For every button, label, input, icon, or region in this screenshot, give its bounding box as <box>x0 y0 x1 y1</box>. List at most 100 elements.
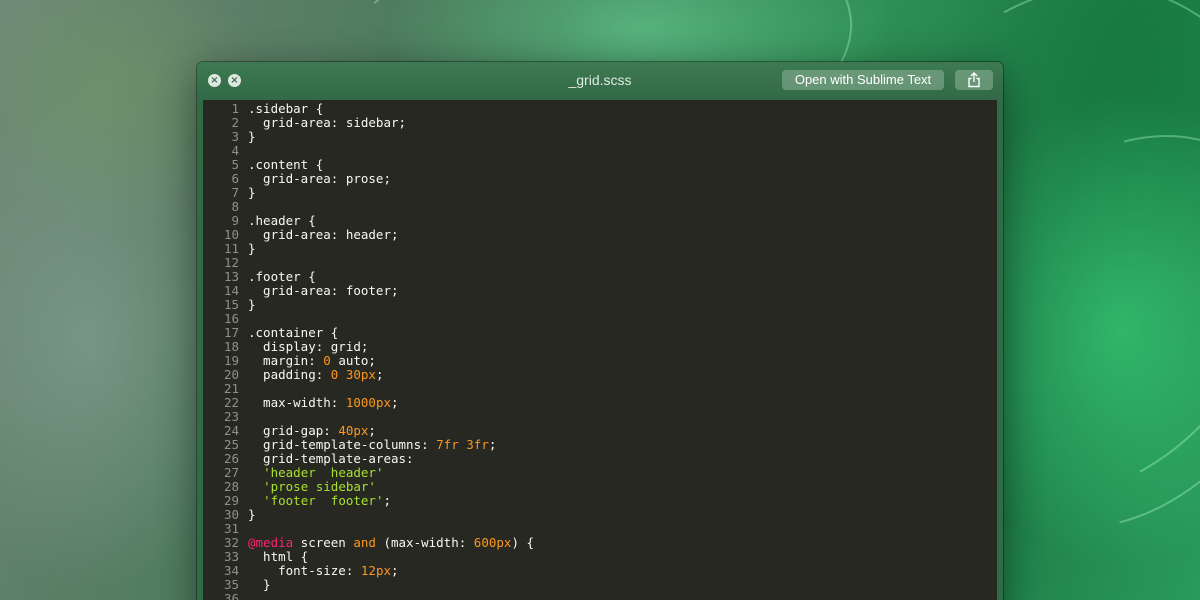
line-number: 12 <box>223 255 239 270</box>
line-source: .container { <box>248 326 338 340</box>
line-number: 20 <box>223 367 239 382</box>
code-token: @media <box>248 535 294 550</box>
code-line: 22 max-width: 1000px; <box>203 396 997 410</box>
code-token: .footer { <box>248 269 316 284</box>
code-token: } <box>248 577 271 592</box>
code-token: 0 <box>323 353 331 368</box>
code-token: } <box>248 507 256 522</box>
code-token: 1000px <box>345 395 391 410</box>
line-source: 'footer footer'; <box>248 494 391 508</box>
code-token: .sidebar { <box>248 101 324 116</box>
window-titlebar: × × _grid.scss Open with Sublime Text <box>197 62 1003 99</box>
line-number: 1 <box>231 101 239 116</box>
line-number: 11 <box>223 241 239 256</box>
line-number: 15 <box>223 297 239 312</box>
line-source: grid-area: header; <box>248 227 399 242</box>
code-line: 4 <box>203 144 997 158</box>
line-source: } <box>248 508 256 522</box>
line-source: grid-template-columns: 7fr 3fr; <box>248 438 496 452</box>
code-token: padding: <box>248 367 331 382</box>
line-number: 36 <box>223 591 239 600</box>
code-token: and <box>353 535 376 550</box>
code-token: grid-area: header; <box>248 227 399 242</box>
code-token: (max-width: <box>375 535 474 550</box>
line-number: 26 <box>223 451 239 466</box>
line-source: grid-gap: 40px; <box>248 424 376 438</box>
line-number: 21 <box>223 381 239 396</box>
line-source: font-size: 12px; <box>248 563 399 578</box>
line-source: html { <box>248 550 308 564</box>
line-source: .sidebar { <box>248 102 323 116</box>
code-line: 10 grid-area: header; <box>203 228 997 242</box>
line-number: 17 <box>223 325 239 340</box>
line-number: 14 <box>223 283 239 298</box>
line-number: 13 <box>223 269 239 284</box>
desktop-background: × × _grid.scss Open with Sublime Text 1.… <box>0 0 1200 600</box>
code-token: ; <box>383 493 392 508</box>
line-source: .header { <box>248 214 316 228</box>
code-token: grid-template-columns: <box>248 437 437 452</box>
line-number: 23 <box>223 409 239 424</box>
code-token: max-width: <box>248 395 346 410</box>
line-source: 'prose sidebar' <box>248 480 376 494</box>
code-token: auto; <box>330 353 376 368</box>
share-button[interactable] <box>955 70 993 90</box>
code-token: 'header header' <box>263 465 384 480</box>
code-line: 3} <box>203 130 997 144</box>
code-token: ; <box>488 437 497 452</box>
code-line: 12 <box>203 256 997 270</box>
code-line: 31 <box>203 522 997 536</box>
code-line: 30} <box>203 508 997 522</box>
line-source: 'header header' <box>248 466 383 480</box>
line-number: 19 <box>223 353 239 368</box>
code-token: screen <box>293 535 354 550</box>
line-source: display: grid; <box>248 340 368 354</box>
code-editor[interactable]: 1 .sidebar {2 grid-area: sidebar; 3} 4 5 .con… <box>203 100 997 600</box>
minimize-icon[interactable]: × <box>228 74 241 87</box>
line-source: } <box>248 578 271 592</box>
line-source: max-width: 1000px; <box>248 395 398 410</box>
code-line: 21 <box>203 382 997 396</box>
quick-look-window: × × _grid.scss Open with Sublime Text 1.… <box>197 62 1003 600</box>
code-line: 11} <box>203 242 997 256</box>
code-token: ; <box>391 563 399 578</box>
line-number: 10 <box>223 227 239 242</box>
line-source: grid-area: prose; <box>248 172 391 186</box>
code-token: } <box>248 297 256 312</box>
code-line: 33 html { <box>203 550 997 564</box>
code-token: margin: <box>248 353 324 368</box>
line-source: grid-area: footer; <box>248 284 398 298</box>
line-number: 22 <box>223 395 239 410</box>
line-source: .footer { <box>248 270 316 284</box>
code-line: 9 .header { <box>203 214 997 228</box>
code-line: 19 margin: 0 auto; <box>203 354 997 368</box>
code-token: 600px <box>473 535 512 550</box>
code-token: html { <box>248 549 309 564</box>
line-number: 24 <box>223 423 239 438</box>
code-token: ; <box>368 423 376 438</box>
line-number: 4 <box>231 143 239 158</box>
line-source: } <box>248 130 256 144</box>
code-line: 5 .content { <box>203 158 997 172</box>
code-line: 32 @media screen and (max-width: 600px) { <box>203 536 997 550</box>
close-icon[interactable]: × <box>208 74 221 87</box>
code-line: 2 grid-area: sidebar; <box>203 116 997 130</box>
code-token: 30px <box>345 367 376 382</box>
code-token: .header { <box>248 213 316 228</box>
open-with-sublime-button[interactable]: Open with Sublime Text <box>782 70 944 90</box>
line-number: 5 <box>231 157 239 172</box>
code-token: ; <box>375 367 384 382</box>
code-token: ) { <box>511 535 535 550</box>
line-number: 34 <box>223 563 239 578</box>
line-source: } <box>248 186 256 200</box>
code-token: 40px <box>338 423 369 438</box>
code-token: grid-gap: <box>248 423 339 438</box>
code-line: 24 grid-gap: 40px; <box>203 424 997 438</box>
code-line: 13 .footer { <box>203 270 997 284</box>
code-line: 29 'footer footer'; <box>203 494 997 508</box>
code-line: 15} <box>203 298 997 312</box>
code-token: grid-template-areas: <box>248 451 414 466</box>
